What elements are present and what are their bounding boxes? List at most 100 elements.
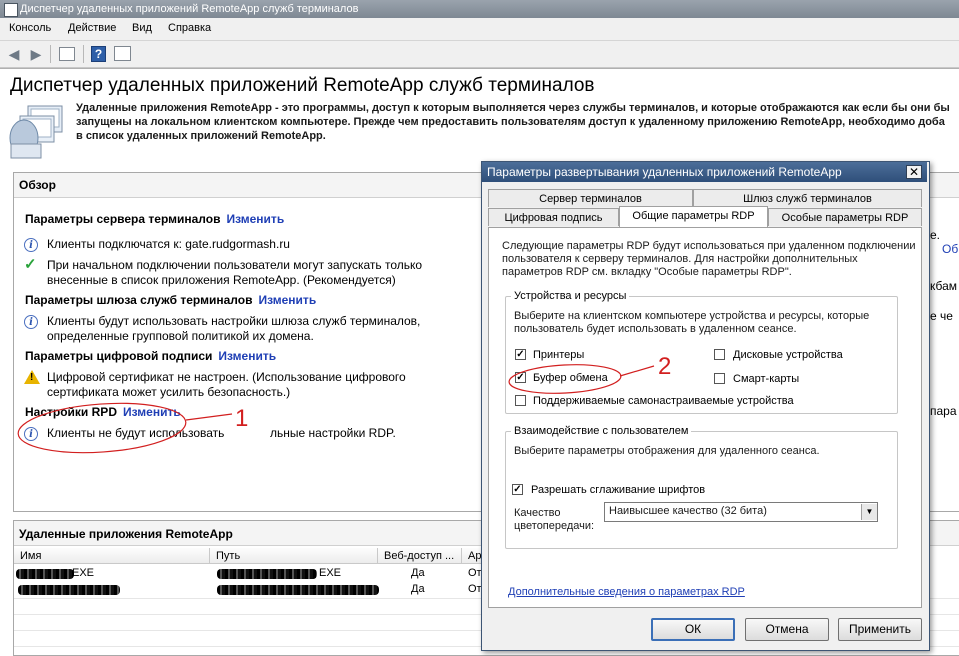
window-title-bar[interactable]: Диспетчер удаленных приложений RemoteApp… [0,0,959,18]
column-header-path[interactable]: Путь [210,548,378,564]
rdp-help-link[interactable]: Дополнительные сведения о параметрах RDP [508,586,745,598]
change-rdp-link[interactable]: Изменить [123,405,181,419]
font-smoothing-checkbox[interactable]: ✓ [512,484,523,495]
table-row[interactable]: Да От [14,582,484,597]
info-icon: i [24,315,38,329]
tab-content [488,227,922,608]
section-heading-text: Параметры сервера терминалов [25,212,221,226]
interaction-hint: Выберите параметры отображения для удале… [514,445,820,457]
gateway-settings-heading: Параметры шлюза служб терминалов Изменить [25,293,316,307]
toolbar-separator [50,45,51,63]
action-pane-icon[interactable] [114,46,131,61]
properties-icon[interactable] [59,47,75,61]
digital-signature-heading: Параметры цифровой подписи Изменить [25,349,276,363]
apply-button[interactable]: Применить [838,618,922,641]
smart-cards-checkbox[interactable] [714,373,725,384]
change-signature-link[interactable]: Изменить [218,349,276,363]
web-access-cell: Да [411,567,425,579]
intro-text: Удаленные приложения RemoteApp - это про… [76,101,959,143]
section-heading-text: Параметры шлюза служб терминалов [25,293,253,307]
tab-common-rdp[interactable]: Общие параметры RDP [619,206,768,227]
status-text: Клиенты будут использовать настройки шлю… [47,314,421,328]
close-icon[interactable]: ✕ [906,165,922,179]
window-title: Диспетчер удаленных приложений RemoteApp… [20,3,359,15]
apps-title: Удаленные приложения RemoteApp [19,527,233,541]
printers-label: Принтеры [533,349,585,361]
rdp-settings-heading: Настройки RPD Изменить [25,405,181,419]
tab-custom-rdp[interactable]: Особые параметры RDP [768,208,922,226]
info-icon: i [24,238,38,252]
pnp-devices-checkbox[interactable] [515,395,526,406]
annotation-label-2: 2 [658,353,672,380]
column-header-web[interactable]: Веб-доступ ... [378,548,462,564]
page-title: Диспетчер удаленных приложений RemoteApp… [10,75,595,96]
status-text: Цифровой сертификат не настроен. (Исполь… [47,370,406,384]
menu-console[interactable]: Консоль [9,22,51,34]
description-text: пользователя к серверу терминалов. Для н… [502,253,858,265]
table-row[interactable]: EXE EXE Да От [14,566,484,581]
warning-icon: ! [24,370,40,384]
peek-text: е. [930,228,941,242]
dialog-title: Параметры развертывания удаленных прилож… [487,165,842,179]
toolbar: ◀ ▶ ? [0,41,959,68]
app-name-cell: EXE [72,567,95,579]
font-smoothing-label: Разрешать сглаживание шрифтов [531,484,706,496]
dialog-title-bar[interactable]: Параметры развертывания удаленных прилож… [482,162,927,182]
web-access-cell: Да [411,583,425,595]
redacted-path [217,569,317,579]
info-icon: i [24,427,38,441]
status-text: внесенные в список приложения RemoteApp.… [47,273,396,287]
pnp-devices-label: Поддерживаемые самонастраиваемые устройс… [533,395,794,407]
section-heading-text: Настройки RPD [25,405,117,419]
redacted-path [217,585,379,595]
tab-digital-signature[interactable]: Цифровая подпись [488,208,619,226]
color-depth-value: Наивысшее качество (32 бита) [609,505,767,517]
tab-terminal-gateway[interactable]: Шлюз служб терминалов [693,189,922,207]
devices-hint: пользователь будет использовать в удален… [514,323,797,335]
redacted-name [16,569,74,579]
change-gateway-link[interactable]: Изменить [258,293,316,307]
menu-view[interactable]: Вид [132,22,152,34]
ok-button[interactable]: ОК [651,618,735,641]
redacted-name [18,585,120,595]
status-text: Клиенты подключатся к: gate.rudgormash.r… [47,237,290,251]
section-heading-text: Параметры цифровой подписи [25,349,213,363]
disk-drives-checkbox[interactable] [714,349,725,360]
back-icon[interactable]: ◀ [5,45,23,63]
status-text: определенные групповой политикой их доме… [47,329,314,343]
remoteapp-logo-icon [9,105,63,159]
cancel-button[interactable]: Отмена [745,618,829,641]
devices-group-label: Устройства и ресурсы [511,290,630,302]
help-icon[interactable]: ? [91,46,106,62]
description-text: параметров RDP см. вкладку "Особые парам… [502,266,792,278]
change-terminal-server-link[interactable]: Изменить [226,212,284,226]
args-cell: От [468,567,482,579]
disk-drives-label: Дисковые устройства [733,349,843,361]
toolbar-separator [83,45,84,63]
interaction-group-label: Взаимодействие с пользователем [511,425,692,437]
app-path-cell: EXE [319,567,342,579]
chevron-down-icon[interactable]: ▼ [861,504,877,520]
description-text: Следующие параметры RDP будут использова… [502,240,916,252]
column-header-name[interactable]: Имя [14,548,210,564]
menu-help[interactable]: Справка [168,22,211,34]
status-text: сертификата может усилить безопасность.) [47,385,291,399]
check-icon: ✓ [24,256,37,273]
intro-line: запущены на локальном клиентском компьют… [76,116,945,128]
overview-title: Обзор [19,178,56,192]
intro-line: в список удаленных приложений RemoteApp. [76,130,326,142]
terminal-server-settings-heading: Параметры сервера терминалов Изменить [25,212,284,226]
menu-action[interactable]: Действие [68,22,116,34]
args-cell: От [468,583,482,595]
status-text: Клиенты не будут использовать [47,426,225,440]
tab-terminal-server[interactable]: Сервер терминалов [488,189,693,207]
devices-hint: Выберите на клиентском компьютере устрой… [514,310,870,322]
annotation-label-1: 1 [235,405,249,432]
forward-icon[interactable]: ▶ [27,45,45,63]
color-depth-label: цветопередачи: [514,520,595,532]
peek-link[interactable]: Обн [942,242,959,256]
printers-checkbox[interactable]: ✓ [515,349,526,360]
clipboard-checkbox[interactable]: ✓ [515,372,526,383]
intro-line: Удаленные приложения RemoteApp - это про… [76,102,950,114]
app-icon [4,3,18,17]
